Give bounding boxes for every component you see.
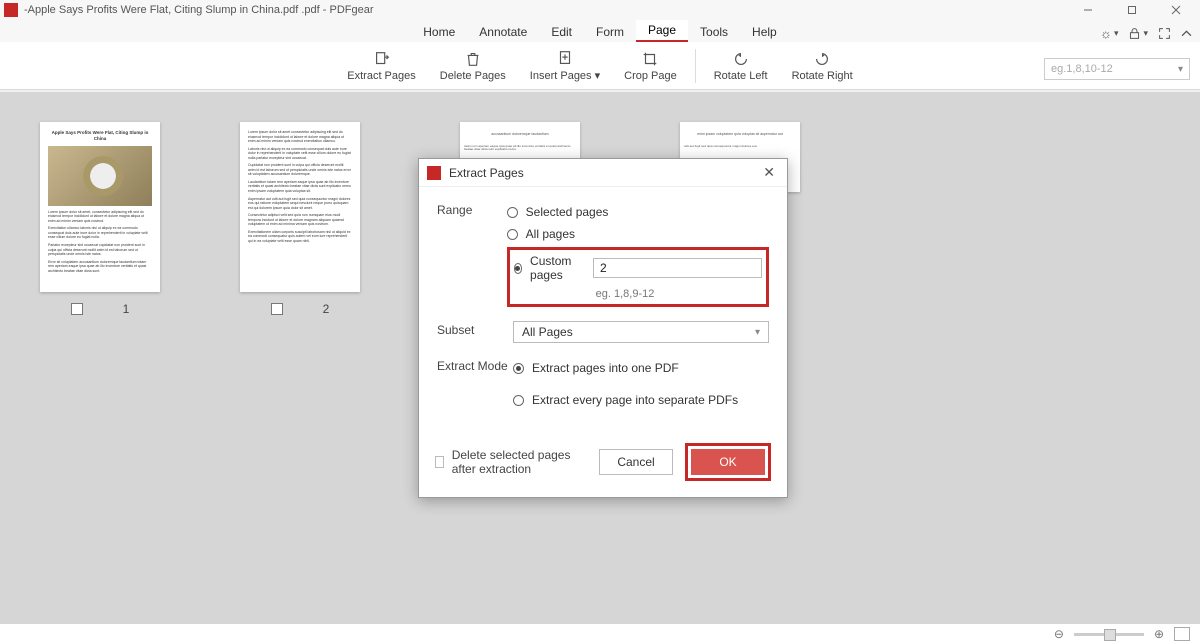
close-icon[interactable]: ✕ <box>759 164 779 181</box>
zoom-out-icon[interactable]: ⊖ <box>1054 627 1064 641</box>
custom-pages-hint: eg. 1,8,9-12 <box>596 288 762 300</box>
delete-after-label: Delete selected pages after extraction <box>452 448 587 476</box>
radio-all-pages-label: All pages <box>526 227 575 241</box>
radio-custom-pages-label: Custom pages <box>530 254 585 282</box>
ok-highlight: OK <box>685 443 771 481</box>
radio-mode-separate-label: Extract every page into separate PDFs <box>532 393 738 407</box>
mode-label: Extract Mode <box>437 357 513 373</box>
cancel-button[interactable]: Cancel <box>599 449 673 475</box>
custom-pages-highlight: Custom pages eg. 1,8,9-12 <box>507 247 769 307</box>
radio-all-pages[interactable] <box>507 229 518 240</box>
radio-mode-one[interactable] <box>513 363 524 374</box>
radio-custom-pages[interactable] <box>514 263 522 274</box>
radio-selected-pages[interactable] <box>507 207 518 218</box>
view-mode-button[interactable] <box>1174 627 1190 641</box>
dialog-title: Extract Pages <box>449 166 759 180</box>
dialog-header: Extract Pages ✕ <box>419 159 787 187</box>
radio-mode-separate[interactable] <box>513 395 524 406</box>
extract-pages-dialog: Extract Pages ✕ Range Selected pages All… <box>418 158 788 498</box>
custom-pages-input[interactable] <box>593 258 762 278</box>
subset-dropdown[interactable]: All Pages ▾ <box>513 321 769 343</box>
zoom-in-icon[interactable]: ⊕ <box>1154 627 1164 641</box>
subset-label: Subset <box>437 321 513 337</box>
chevron-down-icon: ▾ <box>755 327 760 338</box>
radio-mode-one-label: Extract pages into one PDF <box>532 361 679 375</box>
status-bar: ⊖ ⊕ <box>0 624 1200 644</box>
ok-button[interactable]: OK <box>691 449 765 475</box>
range-label: Range <box>437 201 507 217</box>
zoom-slider[interactable] <box>1074 633 1144 636</box>
delete-after-checkbox[interactable] <box>435 456 444 468</box>
modal-overlay: Extract Pages ✕ Range Selected pages All… <box>0 0 1200 644</box>
app-icon <box>427 166 441 180</box>
radio-selected-pages-label: Selected pages <box>526 205 609 219</box>
subset-value: All Pages <box>522 325 573 339</box>
